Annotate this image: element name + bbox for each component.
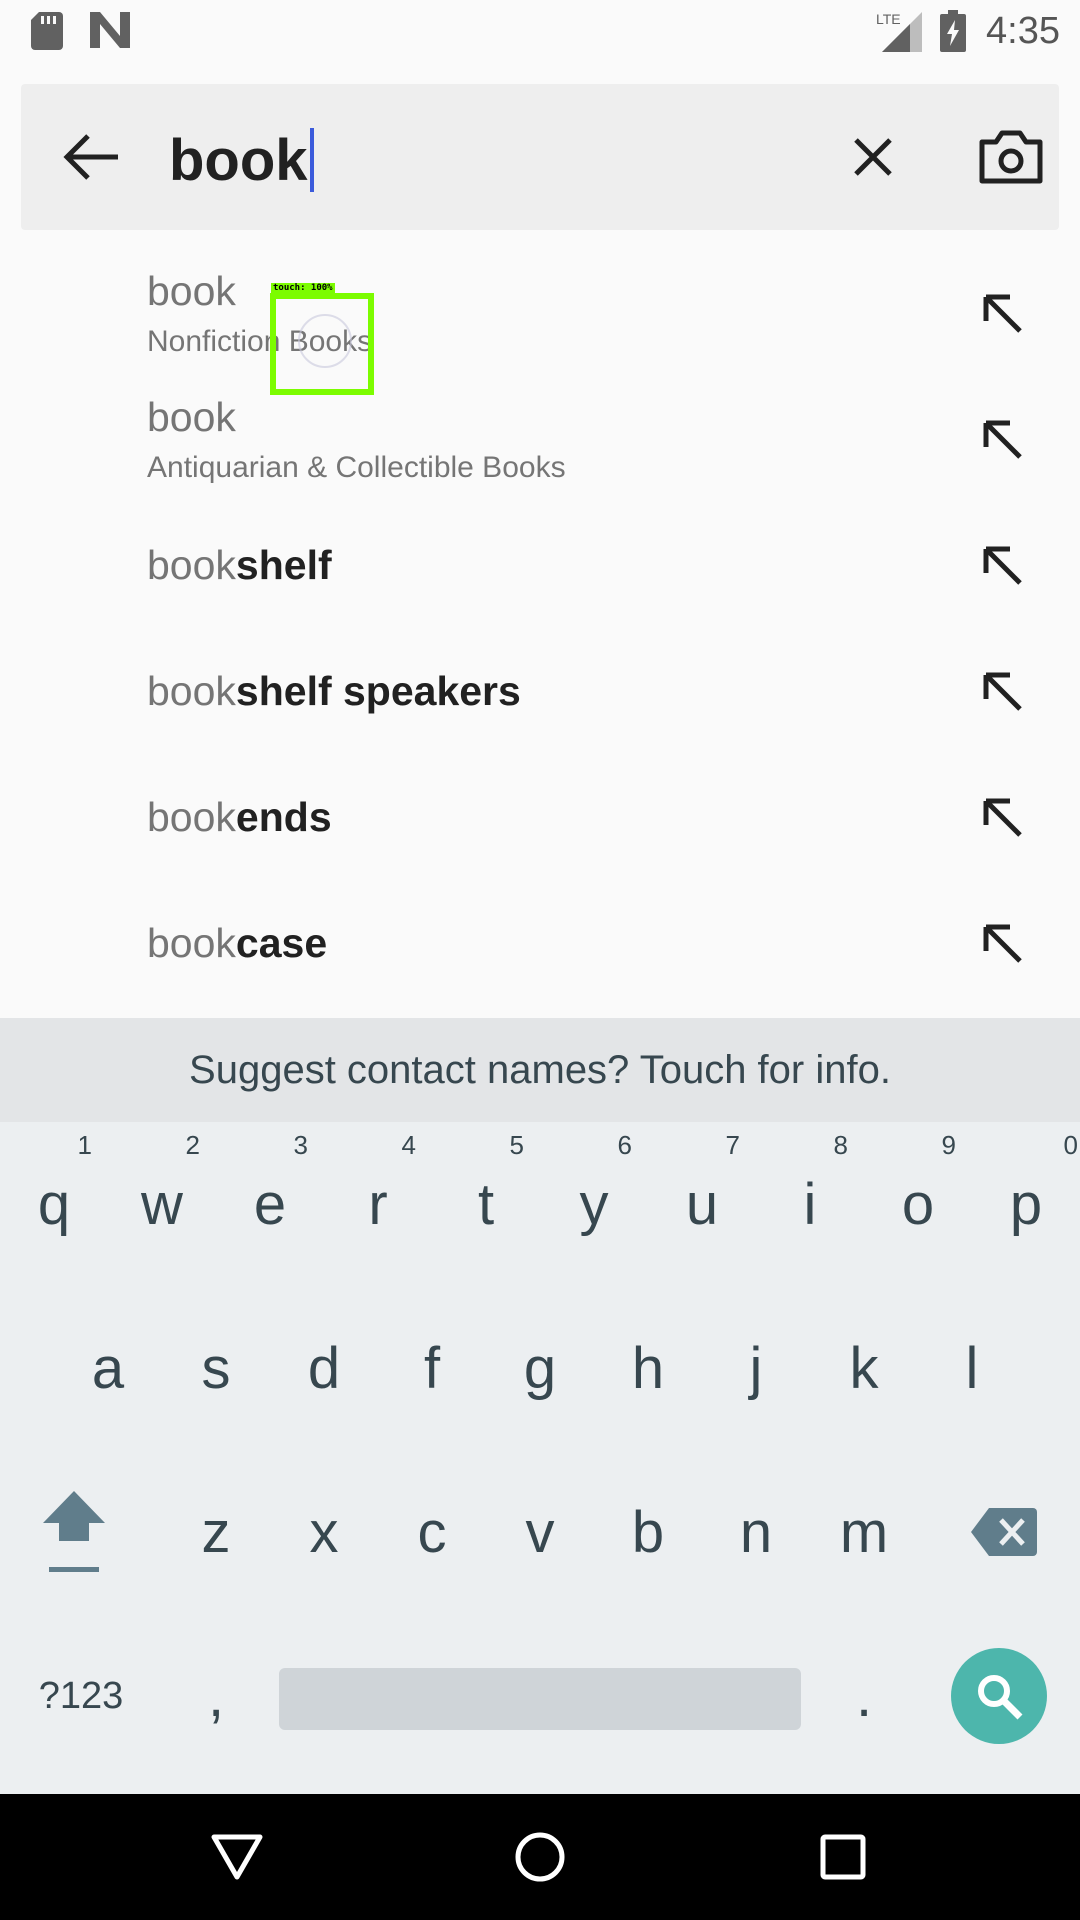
- key-p[interactable]: p0: [972, 1122, 1080, 1286]
- lte-signal-icon: LTE: [876, 11, 922, 52]
- suggestion-title: bookshelf: [147, 541, 332, 588]
- text-caret: [309, 128, 314, 192]
- keyboard-row-2: a s d f g h j k l: [0, 1286, 1080, 1450]
- fill-query-arrow-icon[interactable]: [972, 787, 1032, 847]
- camera-icon: [979, 130, 1043, 184]
- touch-indicator-box: [270, 293, 374, 395]
- suggestion-item[interactable]: book Antiquarian & Collectible Books: [0, 376, 1080, 502]
- key-g[interactable]: g: [486, 1286, 594, 1450]
- keyboard-suggestion-strip[interactable]: Suggest contact names? Touch for info.: [0, 1018, 1080, 1122]
- system-nav-bar: [0, 1794, 1080, 1920]
- key-e[interactable]: e3: [216, 1122, 324, 1286]
- key-q[interactable]: q1: [0, 1122, 108, 1286]
- fill-query-arrow-icon[interactable]: [972, 283, 1032, 343]
- recents-square-icon: [820, 1834, 866, 1880]
- fill-query-arrow-icon[interactable]: [972, 913, 1032, 973]
- camera-search-button[interactable]: [971, 117, 1051, 197]
- search-query-text: book: [169, 127, 308, 193]
- suggestion-item[interactable]: bookends: [0, 754, 1080, 880]
- suggestion-title: bookshelf speakers: [147, 667, 521, 714]
- key-v[interactable]: v: [486, 1450, 594, 1614]
- key-w[interactable]: w2: [108, 1122, 216, 1286]
- nav-recents-button[interactable]: [810, 1824, 876, 1890]
- suggestion-title: bookends: [147, 793, 332, 840]
- backspace-icon: [971, 1508, 1037, 1556]
- home-circle-icon: [515, 1832, 565, 1882]
- nav-back-button[interactable]: [204, 1824, 270, 1890]
- suggestion-title: bookcase: [147, 919, 328, 966]
- key-t[interactable]: t5: [432, 1122, 540, 1286]
- close-icon: [854, 138, 892, 176]
- back-triangle-icon: [211, 1834, 263, 1880]
- fill-query-arrow-icon[interactable]: [972, 409, 1032, 469]
- soft-keyboard: Suggest contact names? Touch for info. q…: [0, 1018, 1080, 1794]
- key-y[interactable]: y6: [540, 1122, 648, 1286]
- key-f[interactable]: f: [378, 1286, 486, 1450]
- search-input[interactable]: book: [169, 120, 314, 200]
- comma-key[interactable]: ,: [162, 1614, 270, 1778]
- period-key[interactable]: .: [810, 1614, 918, 1778]
- space-bar[interactable]: [279, 1668, 801, 1730]
- key-o[interactable]: o9: [864, 1122, 972, 1286]
- shift-key[interactable]: [20, 1450, 128, 1614]
- suggestion-item[interactable]: book Nonfiction Books: [0, 250, 1080, 376]
- suggestion-item[interactable]: bookshelf speakers: [0, 628, 1080, 754]
- key-u[interactable]: u7: [648, 1122, 756, 1286]
- key-r[interactable]: r4: [324, 1122, 432, 1286]
- key-m[interactable]: m: [810, 1450, 918, 1614]
- arrow-left-icon: [63, 134, 118, 180]
- symbols-key[interactable]: ?123: [26, 1614, 136, 1778]
- back-button[interactable]: [51, 117, 131, 197]
- search-action-key[interactable]: [951, 1648, 1047, 1744]
- key-d[interactable]: d: [270, 1286, 378, 1450]
- key-z[interactable]: z: [162, 1450, 270, 1614]
- battery-charging-icon: [940, 10, 966, 52]
- touch-indicator-label: touch: 100%: [271, 283, 335, 293]
- key-h[interactable]: h: [594, 1286, 702, 1450]
- key-l[interactable]: l: [918, 1286, 1026, 1450]
- key-x[interactable]: x: [270, 1450, 378, 1614]
- key-i[interactable]: i8: [756, 1122, 864, 1286]
- key-j[interactable]: j: [702, 1286, 810, 1450]
- key-b[interactable]: b: [594, 1450, 702, 1614]
- shift-arrow-icon: [43, 1491, 105, 1572]
- suggestion-list: book Nonfiction Books book Antiquarian &…: [0, 250, 1080, 1018]
- fill-query-arrow-icon[interactable]: [972, 661, 1032, 721]
- search-icon: [978, 1675, 1023, 1720]
- lte-label: LTE: [876, 11, 901, 27]
- status-bar: LTE 4:35: [0, 0, 1080, 63]
- backspace-key[interactable]: [950, 1450, 1058, 1614]
- clear-search-button[interactable]: [833, 117, 913, 197]
- clock: 4:35: [986, 10, 1060, 52]
- key-k[interactable]: k: [810, 1286, 918, 1450]
- key-c[interactable]: c: [378, 1450, 486, 1614]
- suggestion-item[interactable]: bookshelf: [0, 502, 1080, 628]
- suggestion-item[interactable]: bookcase: [0, 880, 1080, 1006]
- search-bar: book: [21, 84, 1059, 230]
- suggestion-category: Antiquarian & Collectible Books: [147, 450, 566, 484]
- key-s[interactable]: s: [162, 1286, 270, 1450]
- n-notification-icon: [90, 12, 130, 48]
- nav-home-button[interactable]: [507, 1824, 573, 1890]
- keyboard-row-1: q1 w2 e3 r4 t5 y6 u7 i8 o9 p0: [0, 1122, 1080, 1286]
- suggestion-title: book: [147, 393, 236, 440]
- key-n[interactable]: n: [702, 1450, 810, 1614]
- sd-card-icon: [31, 12, 63, 50]
- fill-query-arrow-icon[interactable]: [972, 535, 1032, 595]
- key-a[interactable]: a: [54, 1286, 162, 1450]
- keyboard-row-3: z x c v b n m: [0, 1450, 1080, 1614]
